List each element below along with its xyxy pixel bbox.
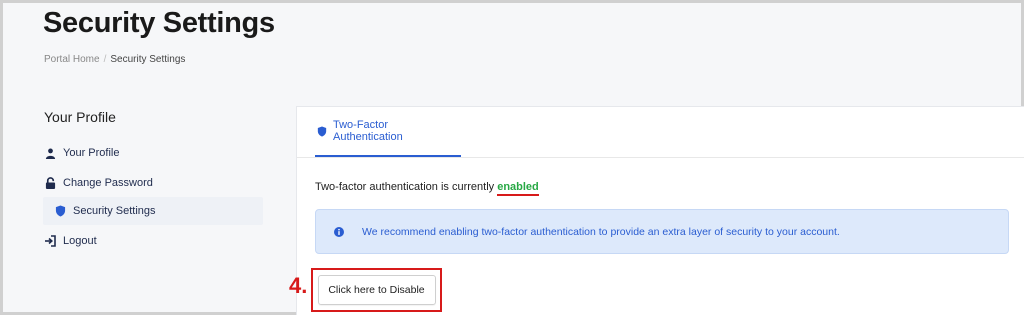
lock-icon xyxy=(43,176,57,190)
shield-icon xyxy=(317,126,327,137)
two-factor-status: Two-factor authentication is currently e… xyxy=(315,181,539,196)
shield-icon xyxy=(53,204,67,218)
disable-two-factor-button[interactable]: Click here to Disable xyxy=(311,268,442,312)
disable-button-label: Click here to Disable xyxy=(317,275,436,305)
step-annotation-label: 4. xyxy=(289,273,308,298)
info-icon xyxy=(334,226,344,237)
user-icon xyxy=(43,146,57,160)
breadcrumb: Portal Home / Security Settings xyxy=(44,54,185,65)
tab-label: Two-Factor Authentication xyxy=(333,119,403,143)
tab-two-factor-authentication[interactable]: Two-Factor Authentication xyxy=(315,107,461,157)
status-value: enabled xyxy=(497,181,539,196)
breadcrumb-separator: / xyxy=(103,54,107,65)
status-prefix: Two-factor authentication is currently xyxy=(315,181,495,193)
sidebar-item-your-profile[interactable]: Your Profile xyxy=(43,139,263,167)
breadcrumb-home[interactable]: Portal Home xyxy=(44,54,100,65)
sidebar-item-label: Change Password xyxy=(63,177,153,189)
page-title: Security Settings xyxy=(43,7,275,39)
sidebar-item-security-settings[interactable]: Security Settings xyxy=(43,197,263,225)
sidebar-item-logout[interactable]: Logout xyxy=(43,227,263,255)
sidebar-item-label: Security Settings xyxy=(73,205,156,217)
screenshot-frame: Security Settings Portal Home / Security S… xyxy=(0,0,1024,315)
sidebar-item-change-password[interactable]: Change Password xyxy=(43,169,263,197)
breadcrumb-current: Security Settings xyxy=(110,54,186,65)
sidebar-item-label: Your Profile xyxy=(63,147,120,159)
logout-icon xyxy=(43,234,57,248)
tab-divider xyxy=(297,157,1024,158)
sidebar-title: Your Profile xyxy=(44,109,116,125)
alert-text: We recommend enabling two-factor authent… xyxy=(362,225,840,238)
info-alert: We recommend enabling two-factor authent… xyxy=(315,209,1009,254)
sidebar-item-label: Logout xyxy=(63,235,97,247)
